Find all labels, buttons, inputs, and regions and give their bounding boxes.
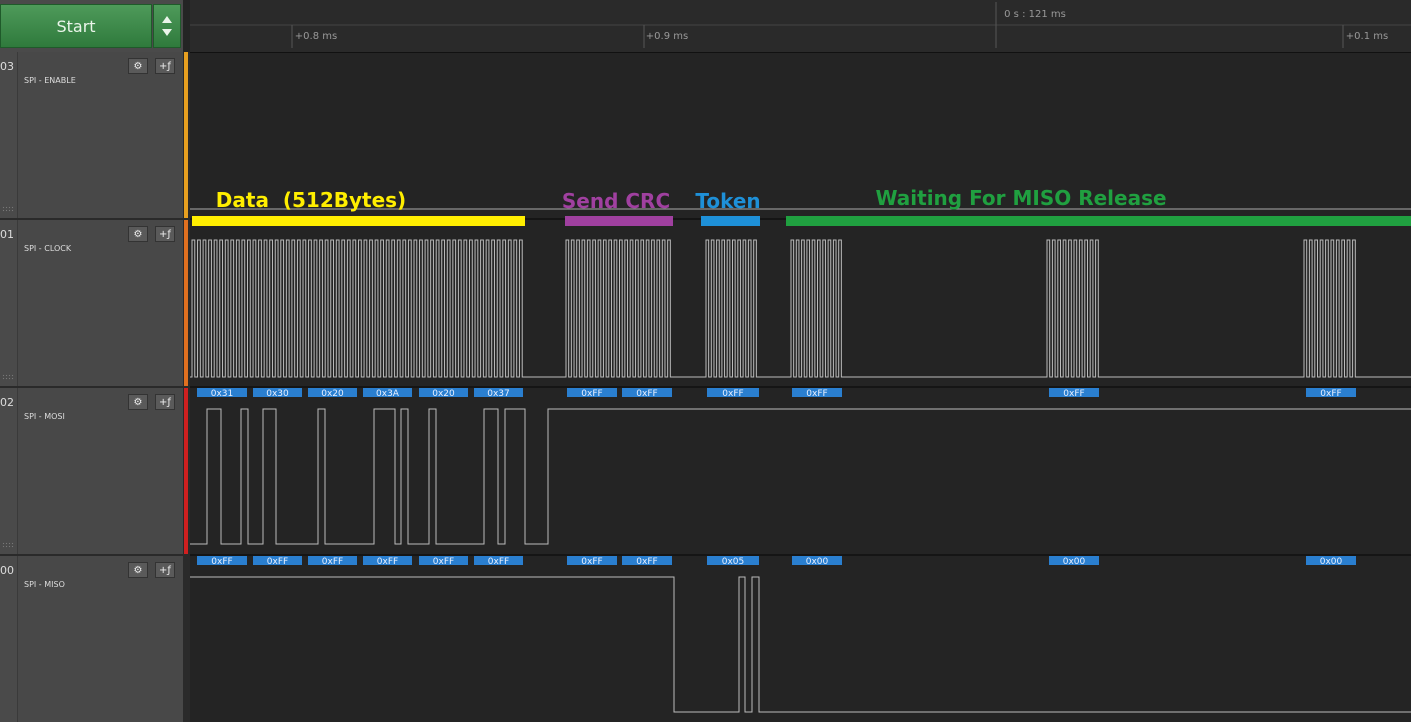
decoded-byte-label: 0x3A [376,389,400,399]
channel-color-marker [184,220,188,386]
decoded-byte-label: 0x20 [432,389,455,399]
decoded-byte-label: 0x20 [321,389,344,399]
annotation-send-crc: Send CRC [562,189,670,213]
channel-row-divider [190,386,1411,388]
annotation-waiting: Waiting For MISO Release [875,186,1166,210]
decoded-byte-label: 0xFF [267,557,288,567]
decoded-byte-label: 0x05 [722,557,745,567]
decoded-byte-label: 0xFF [377,557,398,567]
decoded-byte-label: 0xFF [433,557,454,567]
mosi-trace [190,408,1411,545]
decoded-byte-label: 0x00 [806,557,829,567]
tick-label: +0.9 ms [646,31,688,42]
annotation-bar [786,216,1411,226]
decoded-byte-label: 0x30 [266,389,289,399]
decoded-byte-label: 0xFF [488,557,509,567]
annotation-bar [565,216,673,226]
decoded-byte-label: 0x00 [1063,557,1086,567]
channel-color-marker [184,388,188,554]
decoded-byte-label: 0xFF [581,557,602,567]
annotation-bar [192,216,525,226]
decoded-byte-label: 0x00 [1320,557,1343,567]
decoded-byte-label: 0xFF [581,389,602,399]
decoded-byte-label: 0xFF [1320,389,1341,399]
channel-color-marker [184,52,188,218]
decoded-byte-label: 0xFF [722,389,743,399]
decoded-byte-label: 0xFF [806,389,827,399]
decoded-byte-label: 0xFF [322,557,343,567]
decoded-byte-label: 0x37 [487,389,510,399]
decoded-byte-label: 0x31 [211,389,234,399]
decoded-byte-label: 0xFF [211,557,232,567]
decoded-byte-label: 0xFF [1063,389,1084,399]
tick-label: +0.8 ms [295,31,337,42]
clock-trace [190,239,1411,378]
absolute-time: 0 s : 121 ms [1004,9,1066,20]
decoded-byte-label: 0xFF [636,557,657,567]
tick-label: +0.1 ms [1346,31,1388,42]
decoded-byte-label: 0xFF [636,389,657,399]
annotation-token: Token [695,189,760,213]
channel-row-divider [190,554,1411,556]
annotation-bar [701,216,760,226]
miso-trace [190,576,1411,713]
annotation-data: Data (512Bytes) [216,188,406,212]
waveform-area[interactable]: 0x31 0x30 0x20 0x3A 0x20 0x37 0xFF 0xFF 0xFF 0xFF… [0,0,1411,722]
